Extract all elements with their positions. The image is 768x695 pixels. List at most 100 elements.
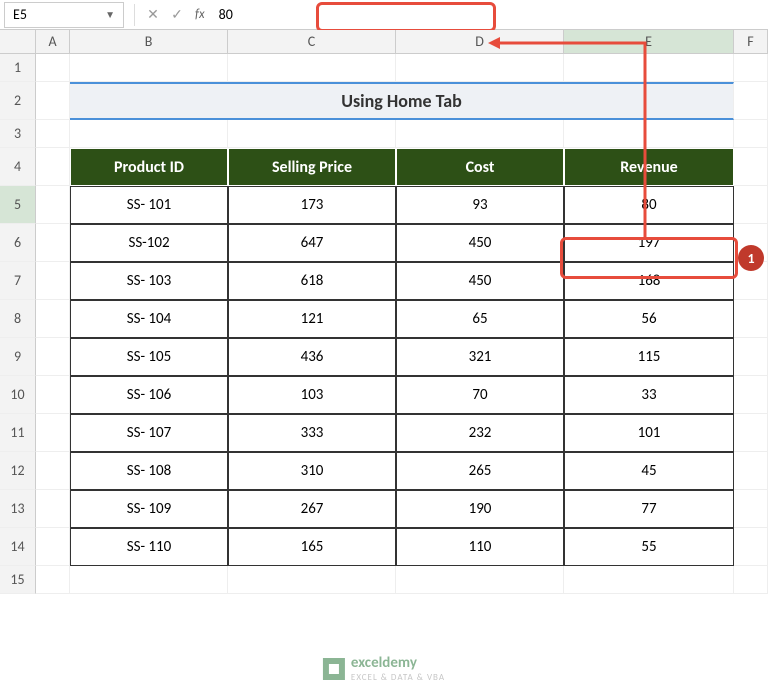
row-header[interactable]: 14 [0, 528, 36, 566]
row-header[interactable]: 2 [0, 82, 36, 120]
cell[interactable] [36, 452, 70, 490]
cell[interactable] [36, 186, 70, 224]
row-header[interactable]: 4 [0, 148, 36, 186]
cell[interactable] [36, 54, 70, 82]
cell-product-id[interactable]: SS- 108 [70, 452, 228, 490]
cell-product-id[interactable]: SS- 110 [70, 528, 228, 566]
cell[interactable] [36, 490, 70, 528]
chevron-down-icon[interactable]: ▼ [105, 8, 115, 21]
cell[interactable] [70, 54, 228, 82]
cell-revenue[interactable]: 33 [564, 376, 734, 414]
cell[interactable] [36, 566, 70, 594]
cell[interactable] [36, 528, 70, 566]
col-header-F[interactable]: F [734, 30, 768, 53]
cell[interactable] [36, 148, 70, 186]
cell-product-id[interactable]: SS- 109 [70, 490, 228, 528]
cell-revenue[interactable]: 101 [564, 414, 734, 452]
cell-price[interactable]: 267 [228, 490, 396, 528]
cell-price[interactable]: 165 [228, 528, 396, 566]
name-box[interactable]: E5 ▼ [4, 2, 124, 28]
cell-product-id[interactable]: SS- 101 [70, 186, 228, 224]
row-header[interactable]: 7 [0, 262, 36, 300]
cell[interactable] [36, 224, 70, 262]
cell-revenue[interactable]: 197 [564, 224, 734, 262]
cell[interactable] [396, 566, 564, 594]
cell-cost[interactable]: 450 [396, 262, 564, 300]
row-header[interactable]: 12 [0, 452, 36, 490]
cell[interactable] [734, 120, 768, 148]
cell[interactable] [564, 54, 734, 82]
cell[interactable] [36, 300, 70, 338]
cell-revenue[interactable]: 45 [564, 452, 734, 490]
cell[interactable] [734, 148, 768, 186]
cell-price[interactable]: 310 [228, 452, 396, 490]
col-header-C[interactable]: C [228, 30, 396, 53]
cell-revenue[interactable]: 77 [564, 490, 734, 528]
cell[interactable] [36, 262, 70, 300]
row-header[interactable]: 5 [0, 186, 36, 224]
cell[interactable] [228, 566, 396, 594]
cell-price[interactable]: 333 [228, 414, 396, 452]
cell[interactable] [36, 338, 70, 376]
table-header[interactable]: Product ID [70, 148, 228, 186]
cell-cost[interactable]: 190 [396, 490, 564, 528]
cancel-icon[interactable]: ✕ [141, 3, 165, 27]
cell[interactable] [36, 120, 70, 148]
cell-cost[interactable]: 70 [396, 376, 564, 414]
cell[interactable] [734, 528, 768, 566]
cell[interactable] [228, 120, 396, 148]
select-all-corner[interactable] [0, 30, 36, 53]
cell[interactable] [564, 120, 734, 148]
row-header[interactable]: 13 [0, 490, 36, 528]
cell-cost[interactable]: 232 [396, 414, 564, 452]
row-header[interactable]: 6 [0, 224, 36, 262]
cell[interactable] [228, 54, 396, 82]
col-header-D[interactable]: D [396, 30, 564, 53]
col-header-B[interactable]: B [70, 30, 228, 53]
cell[interactable] [734, 566, 768, 594]
row-header[interactable]: 15 [0, 566, 36, 594]
col-header-E[interactable]: E [564, 30, 734, 53]
cell[interactable] [734, 54, 768, 82]
cell-price[interactable]: 103 [228, 376, 396, 414]
row-header[interactable]: 11 [0, 414, 36, 452]
cell-cost[interactable]: 110 [396, 528, 564, 566]
cell[interactable] [36, 414, 70, 452]
cell[interactable] [734, 338, 768, 376]
cell[interactable] [36, 82, 70, 120]
cell[interactable] [734, 376, 768, 414]
cell-product-id[interactable]: SS-102 [70, 224, 228, 262]
cell[interactable] [734, 490, 768, 528]
cell-product-id[interactable]: SS- 105 [70, 338, 228, 376]
cell[interactable] [70, 120, 228, 148]
cell-price[interactable]: 618 [228, 262, 396, 300]
row-header[interactable]: 10 [0, 376, 36, 414]
cell[interactable] [734, 414, 768, 452]
cell[interactable] [396, 54, 564, 82]
cell[interactable] [564, 566, 734, 594]
cell-price[interactable]: 121 [228, 300, 396, 338]
cell[interactable] [734, 186, 768, 224]
cell-product-id[interactable]: SS- 106 [70, 376, 228, 414]
cell-revenue[interactable]: 55 [564, 528, 734, 566]
col-header-A[interactable]: A [36, 30, 70, 53]
row-header[interactable]: 3 [0, 120, 36, 148]
cell-revenue[interactable]: 56 [564, 300, 734, 338]
cell-cost[interactable]: 265 [396, 452, 564, 490]
title-cell[interactable]: Using Home Tab [70, 82, 734, 120]
cell-cost[interactable]: 65 [396, 300, 564, 338]
cell-product-id[interactable]: SS- 104 [70, 300, 228, 338]
cell[interactable] [36, 376, 70, 414]
cell[interactable] [396, 120, 564, 148]
formula-input[interactable]: 80 [211, 0, 768, 29]
cell[interactable] [70, 566, 228, 594]
table-header[interactable]: Selling Price [228, 148, 396, 186]
cell-revenue[interactable]: 115 [564, 338, 734, 376]
cell-revenue-selected[interactable]: 80 [564, 186, 734, 224]
cell[interactable] [734, 300, 768, 338]
row-header[interactable]: 8 [0, 300, 36, 338]
cell[interactable] [734, 452, 768, 490]
row-header[interactable]: 9 [0, 338, 36, 376]
cell-price[interactable]: 436 [228, 338, 396, 376]
cell-price[interactable]: 173 [228, 186, 396, 224]
